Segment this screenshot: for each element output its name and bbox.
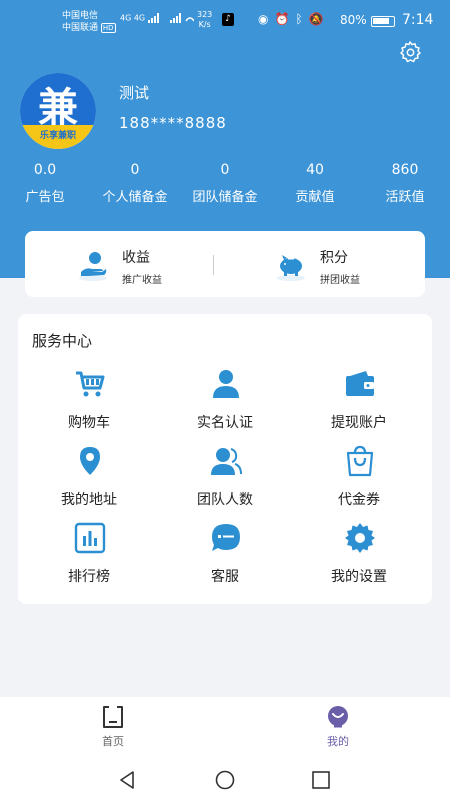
- service-withdraw-account[interactable]: 提现账户: [294, 368, 424, 438]
- service-cart[interactable]: 购物车: [24, 368, 154, 438]
- wallet-icon: [346, 371, 374, 396]
- gear-icon[interactable]: [398, 40, 422, 64]
- battery-percent: 80%: [340, 13, 367, 27]
- person-icon: [213, 370, 239, 398]
- stat-value: 860: [391, 162, 419, 178]
- chat-icon: [212, 524, 240, 551]
- stats-row: 0.0 广告包 0 个人储备金 0 团队储备金 40 贡献值 860 活跃值: [0, 158, 450, 208]
- team-icon: [211, 448, 242, 475]
- stat-value: 0: [130, 162, 140, 178]
- carrier-1: 中国电信: [62, 11, 99, 21]
- service-my-address[interactable]: 我的地址: [24, 445, 154, 515]
- service-voucher[interactable]: 代金券: [294, 445, 424, 515]
- stat-value: 0: [220, 162, 230, 178]
- bar-chart-icon: [74, 522, 106, 554]
- battery-icon: [371, 16, 395, 27]
- hand-coin-icon: [79, 252, 107, 281]
- stat-label: 广告包: [25, 190, 65, 205]
- service-label: 购物车: [68, 415, 110, 431]
- status-icons: ◉⏰ᛒ🔕: [258, 12, 330, 26]
- recents-icon[interactable]: [311, 770, 331, 790]
- earnings-subtitle: 拼团收益: [320, 275, 360, 286]
- stat-value: 0.0: [33, 162, 57, 178]
- stat-label: 个人储备金: [102, 190, 168, 205]
- service-center-title: 服务中心: [32, 332, 93, 350]
- hd-badge: HD: [100, 23, 116, 33]
- bluetooth-icon: ᛒ: [295, 12, 309, 26]
- system-nav-bar: [0, 760, 450, 800]
- service-label: 团队人数: [197, 492, 253, 508]
- clock: 7:14: [402, 12, 434, 28]
- nav-home[interactable]: 首页: [73, 705, 153, 749]
- back-icon[interactable]: [118, 770, 138, 790]
- service-label: 提现账户: [331, 415, 387, 431]
- shopping-bag-icon: [346, 445, 374, 477]
- service-customer-service[interactable]: 客服: [160, 522, 290, 592]
- carrier-2: 中国联通: [62, 23, 99, 33]
- location-icon: [80, 447, 100, 475]
- network-speed: 323 K/s: [197, 10, 213, 29]
- service-label: 我的设置: [331, 569, 387, 585]
- service-my-settings[interactable]: 我的设置: [294, 522, 424, 592]
- signal-bars-icon: [147, 13, 195, 23]
- service-label: 排行榜: [68, 569, 110, 585]
- stat-team-reserve[interactable]: 0 团队储备金: [180, 158, 270, 205]
- alarm-icon: ⏰: [274, 12, 296, 26]
- avatar-logo-text: 乐享兼职: [39, 131, 76, 141]
- service-center-card: 服务中心 购物车 实名认证 提现账户 我的地址 团队人数 代金券 排行榜 客服 …: [18, 314, 432, 604]
- tiktok-icon: ♪: [222, 13, 234, 26]
- stat-ad-package[interactable]: 0.0 广告包: [0, 158, 90, 205]
- service-ranking[interactable]: 排行榜: [24, 522, 154, 592]
- earnings-title: 收益: [122, 250, 150, 266]
- stat-personal-reserve[interactable]: 0 个人储备金: [90, 158, 180, 205]
- status-bar: 中国电信 中国联通 HD 4G 4G 323 K/s ♪ ◉⏰ᛒ🔕 80% 7:…: [0, 0, 450, 42]
- earnings-item-points[interactable]: 积分 拼团收益: [214, 231, 425, 297]
- nav-label: 我的: [327, 735, 349, 748]
- settings-icon: [345, 523, 375, 553]
- earnings-subtitle: 推广收益: [122, 275, 162, 286]
- service-label: 实名认证: [197, 415, 253, 431]
- service-real-name-auth[interactable]: 实名认证: [160, 368, 290, 438]
- mute-icon: 🔕: [308, 12, 330, 26]
- stat-label: 活跃值: [385, 190, 425, 205]
- carrier-info: 中国电信 中国联通 HD: [62, 10, 116, 34]
- service-label: 客服: [211, 569, 239, 585]
- bottom-nav: 首页 我的: [0, 697, 450, 760]
- stat-label: 团队储备金: [192, 190, 258, 205]
- stat-label: 贡献值: [295, 190, 335, 205]
- piggy-bank-icon: [277, 255, 305, 281]
- eye-icon: ◉: [258, 12, 275, 26]
- service-label: 代金券: [338, 492, 380, 508]
- service-label: 我的地址: [61, 492, 117, 508]
- user-phone: 188****8888: [119, 114, 227, 132]
- nav-label: 首页: [102, 735, 124, 748]
- profile-icon: [328, 706, 348, 728]
- nav-mine[interactable]: 我的: [298, 705, 378, 749]
- service-team-count[interactable]: 团队人数: [160, 445, 290, 515]
- earnings-card: 收益 推广收益 积分 拼团收益: [25, 231, 425, 297]
- stat-activity[interactable]: 860 活跃值: [360, 158, 450, 205]
- cart-icon: [76, 371, 105, 397]
- home-circle-icon[interactable]: [215, 770, 235, 790]
- avatar[interactable]: 兼 乐享兼职: [20, 73, 96, 149]
- signal-icon: 4G 4G: [120, 13, 195, 23]
- stat-value: 40: [306, 162, 324, 178]
- stat-contribution[interactable]: 40 贡献值: [270, 158, 360, 205]
- user-name: 测试: [119, 84, 150, 102]
- earnings-title: 积分: [320, 250, 348, 266]
- earnings-item-income[interactable]: 收益 推广收益: [25, 231, 213, 297]
- home-icon: [103, 705, 123, 728]
